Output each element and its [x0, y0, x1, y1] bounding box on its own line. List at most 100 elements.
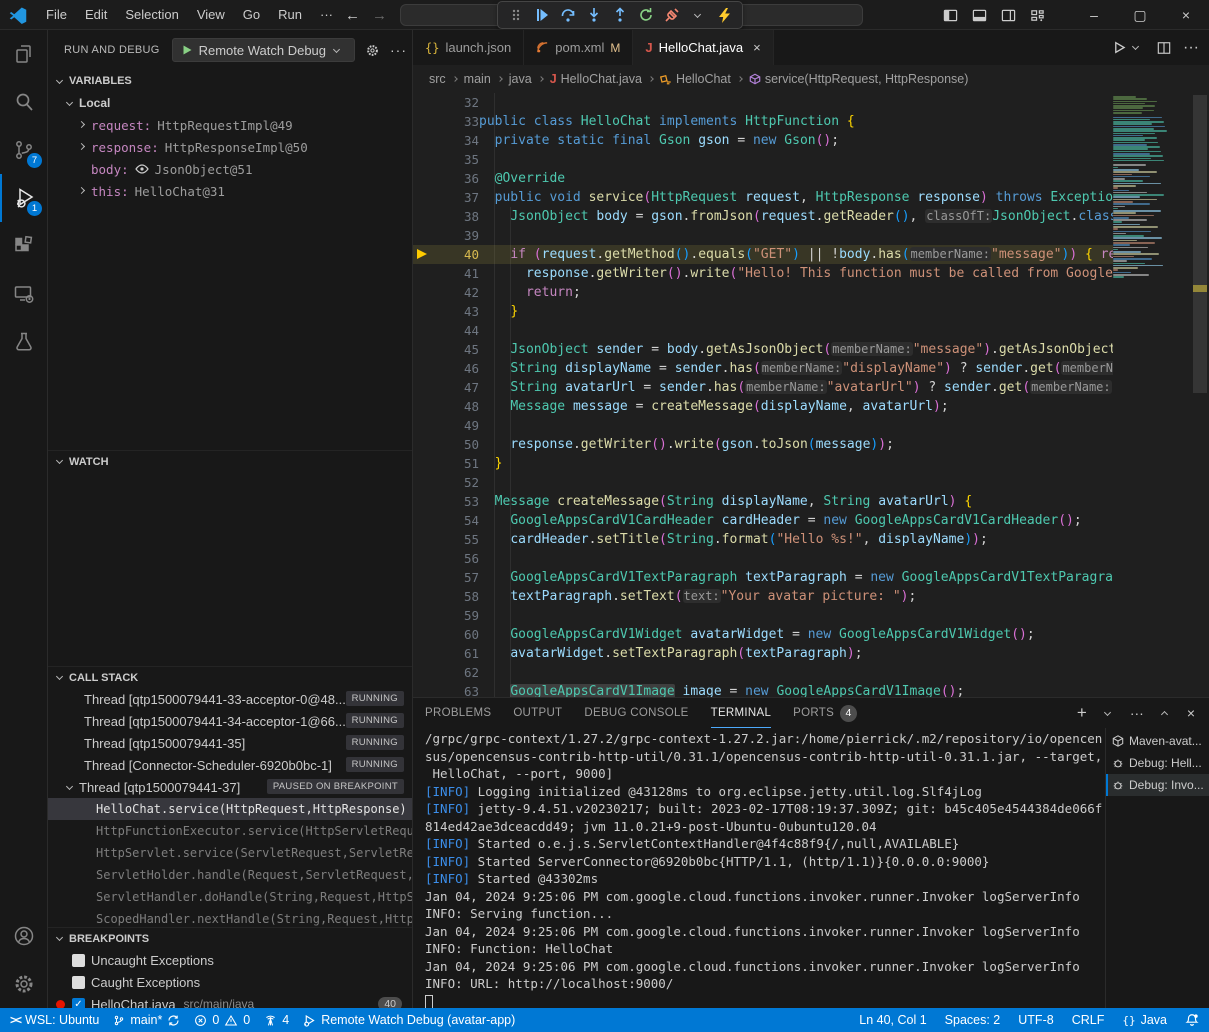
tab-ports[interactable]: PORTS4 — [793, 698, 857, 728]
code-area[interactable]: 3233public class HelloChat implements Ht… — [413, 93, 1113, 697]
continue-icon[interactable] — [532, 5, 552, 25]
thread-row[interactable]: Thread [qtp1500079441-33-acceptor-0@48..… — [48, 688, 412, 710]
menu-more[interactable]: ··· — [311, 0, 342, 30]
code-editor[interactable]: 3233public class HelloChat implements Ht… — [413, 93, 1209, 697]
step-into-icon[interactable] — [584, 5, 604, 25]
settings-gear-icon[interactable] — [0, 960, 48, 1008]
variable-response[interactable]: response:HttpResponseImpl@50 — [48, 136, 412, 158]
menu-go[interactable]: Go — [234, 0, 269, 30]
variable-request[interactable]: request:HttpRequestImpl@49 — [48, 114, 412, 136]
gutter[interactable]: 61 — [413, 644, 479, 663]
breadcrumb-src[interactable]: src — [429, 72, 446, 86]
disconnect-icon[interactable] — [662, 5, 682, 25]
stack-frame-row[interactable]: HelloChat.service(HttpRequest,HttpRespon… — [48, 798, 412, 820]
call-stack-header[interactable]: CALL STACK — [48, 666, 412, 688]
maximize-panel-icon[interactable] — [1161, 710, 1168, 717]
toggle-sidebar-icon[interactable] — [943, 8, 958, 23]
variable-body[interactable]: body: JsonObject@51 — [48, 158, 412, 180]
breadcrumb-file[interactable]: JHelloChat.java — [550, 72, 642, 86]
gutter[interactable]: 50 — [413, 435, 479, 454]
breadcrumb-class[interactable]: HelloChat — [660, 72, 731, 86]
breakpoint-checkbox[interactable]: ✓ — [72, 998, 85, 1009]
stack-frame-row[interactable]: HttpServlet.service(ServletRequest,Servl… — [48, 842, 412, 864]
gutter[interactable]: 47 — [413, 378, 479, 397]
close-button[interactable]: × — [1163, 0, 1209, 30]
step-over-icon[interactable] — [558, 5, 578, 25]
gutter[interactable]: 40 — [413, 245, 479, 264]
cursor-position[interactable]: Ln 40, Col 1 — [859, 1013, 926, 1027]
maximize-button[interactable]: ▢ — [1117, 0, 1163, 30]
configure-gear-icon[interactable] — [365, 43, 380, 58]
gutter[interactable]: 56 — [413, 549, 479, 568]
extensions-icon[interactable] — [0, 222, 48, 270]
thread-row[interactable]: Thread [Connector-Scheduler-6920b0bc-1]R… — [48, 754, 412, 776]
toggle-secondary-sidebar-icon[interactable] — [1001, 8, 1016, 23]
run-and-debug-icon[interactable]: 1 — [0, 174, 48, 222]
gutter[interactable]: 48 — [413, 397, 479, 416]
caught-exceptions-checkbox[interactable] — [72, 976, 85, 989]
gutter[interactable]: 34 — [413, 131, 479, 150]
gutter[interactable]: 44 — [413, 321, 479, 340]
gutter[interactable]: 42 — [413, 283, 479, 302]
breadcrumb-method[interactable]: service(HttpRequest, HttpResponse) — [749, 72, 969, 86]
notifications-bell[interactable] — [1185, 1013, 1199, 1027]
terminal-item-debug-hello[interactable]: Debug: Hell... — [1106, 752, 1209, 774]
watch-header[interactable]: WATCH — [48, 450, 412, 472]
menu-run[interactable]: Run — [269, 0, 311, 30]
caught-exceptions-row[interactable]: Caught Exceptions — [48, 971, 412, 993]
gutter[interactable]: 52 — [413, 473, 479, 492]
toggle-panel-icon[interactable] — [972, 8, 987, 23]
breakpoint-file-row[interactable]: ✓ HelloChat.java src/main/java 40 — [48, 993, 412, 1008]
eol-sequence[interactable]: CRLF — [1072, 1013, 1105, 1027]
gutter[interactable]: 43 — [413, 302, 479, 321]
menu-view[interactable]: View — [188, 0, 234, 30]
tab-hellochat-java[interactable]: J HelloChat.java× — [633, 30, 773, 65]
testing-icon[interactable] — [0, 318, 48, 366]
split-editor-icon[interactable] — [1157, 41, 1171, 55]
nav-back-icon[interactable]: ← — [345, 7, 360, 24]
tab-terminal[interactable]: TERMINAL — [711, 698, 772, 728]
tab-output[interactable]: OUTPUT — [513, 698, 562, 728]
gutter[interactable]: 36 — [413, 169, 479, 188]
menu-file[interactable]: File — [37, 0, 76, 30]
stack-frame-row[interactable]: ServletHandler.doHandle(String,Request,H… — [48, 886, 412, 908]
hot-code-replace-icon[interactable] — [714, 5, 734, 25]
variables-header[interactable]: VARIABLES — [48, 70, 412, 92]
gutter[interactable]: 39 — [413, 226, 479, 245]
breadcrumb-java[interactable]: java — [509, 72, 532, 86]
stack-frame-row[interactable]: ServletHolder.handle(Request,ServletRequ… — [48, 864, 412, 886]
gutter[interactable]: 57 — [413, 568, 479, 587]
terminal-item-debug-invoker[interactable]: Debug: Invo... — [1106, 774, 1209, 796]
indentation[interactable]: Spaces: 2 — [945, 1013, 1001, 1027]
tab-pom-xml[interactable]: pom.xmlM — [524, 30, 633, 65]
minimap[interactable] — [1113, 93, 1191, 697]
gutter[interactable]: 37 — [413, 188, 479, 207]
panel-more-actions-icon[interactable]: ··· — [1130, 705, 1144, 721]
uncaught-exceptions-checkbox[interactable] — [72, 954, 85, 967]
gutter[interactable]: 32 — [413, 93, 479, 112]
gutter[interactable]: 58 — [413, 587, 479, 606]
editor-scrollbar[interactable] — [1191, 93, 1209, 697]
breadcrumb-main[interactable]: main — [464, 72, 491, 86]
problems-indicator[interactable]: 0 0 — [194, 1013, 250, 1027]
thread-row[interactable]: Thread [qtp1500079441-37]PAUSED ON BREAK… — [48, 776, 412, 798]
menu-selection[interactable]: Selection — [116, 0, 187, 30]
views-more-actions-icon[interactable]: ··· — [390, 42, 407, 58]
gutter[interactable]: 54 — [413, 511, 479, 530]
nav-forward-icon[interactable]: → — [372, 7, 387, 24]
gutter[interactable]: 53 — [413, 492, 479, 511]
close-panel-icon[interactable]: × — [1187, 705, 1195, 721]
gutter[interactable]: 46 — [413, 359, 479, 378]
terminal-output[interactable]: /grpc/grpc-context/1.27.2/grpc-context-1… — [413, 728, 1105, 1008]
menu-edit[interactable]: Edit — [76, 0, 116, 30]
gutter[interactable]: 59 — [413, 606, 479, 625]
uncaught-exceptions-row[interactable]: Uncaught Exceptions — [48, 949, 412, 971]
terminal-profile-chevron-icon[interactable] — [1104, 708, 1111, 715]
scope-local[interactable]: Local — [48, 92, 412, 114]
thread-row[interactable]: Thread [qtp1500079441-35]RUNNING — [48, 732, 412, 754]
gutter[interactable]: 38 — [413, 207, 479, 226]
gutter[interactable]: 51 — [413, 454, 479, 473]
customize-layout-icon[interactable] — [1030, 8, 1045, 23]
gutter[interactable]: 63 — [413, 682, 479, 697]
explorer-icon[interactable] — [0, 30, 48, 78]
